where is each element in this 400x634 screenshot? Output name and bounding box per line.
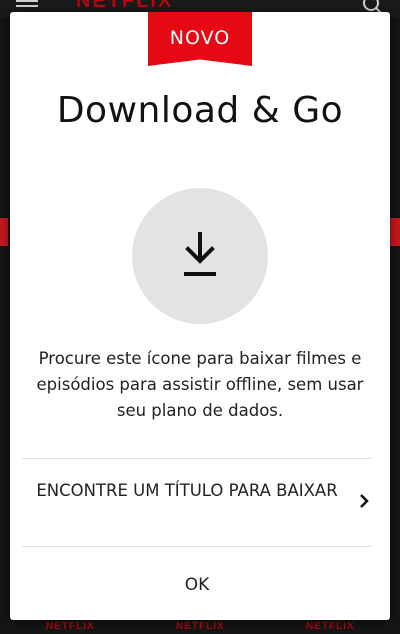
- background-poster-right: [390, 218, 400, 246]
- divider: [22, 458, 372, 459]
- new-badge: NOVO: [148, 12, 252, 66]
- bottom-logo: NETFLIX: [176, 621, 225, 632]
- divider: [22, 546, 372, 547]
- menu-icon[interactable]: [16, 0, 38, 12]
- find-title-button[interactable]: ENCONTRE UM TÍTULO PARA BAIXAR: [22, 460, 372, 546]
- background-poster-left: [0, 218, 8, 246]
- download-icon: [184, 232, 216, 276]
- dialog-description: Procure este ícone para baixar filmes e …: [36, 349, 364, 420]
- dialog-title: Download & Go: [56, 90, 344, 131]
- chevron-right-icon: [360, 494, 369, 508]
- ok-button[interactable]: OK: [22, 560, 372, 610]
- download-go-dialog: NOVO Download & Go Procure este ícone pa…: [10, 12, 390, 620]
- find-title-label: ENCONTRE UM TÍTULO PARA BAIXAR: [36, 481, 338, 500]
- background-title-row: NETFLIX NETFLIX NETFLIX: [0, 618, 400, 634]
- bottom-logo: NETFLIX: [306, 621, 355, 632]
- download-icon-circle: [132, 188, 268, 324]
- bottom-logo: NETFLIX: [46, 621, 95, 632]
